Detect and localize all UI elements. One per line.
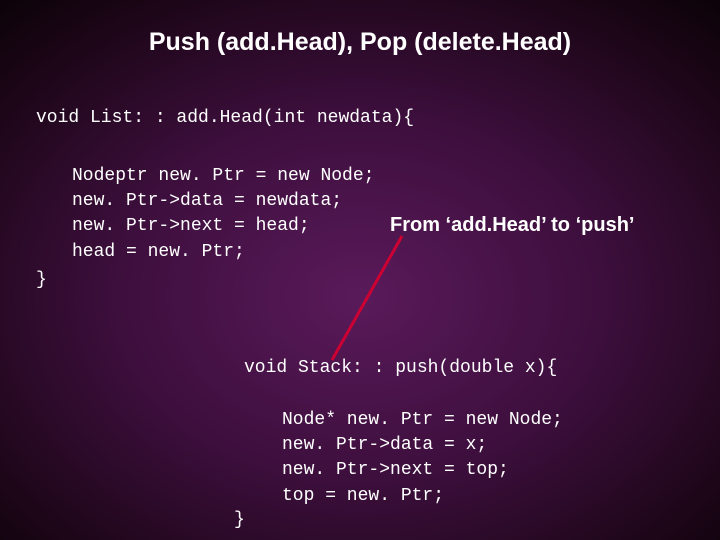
slide-title: Push (add.Head), Pop (delete.Head) bbox=[0, 28, 720, 57]
annotation-text: From ‘add.Head’ to ‘push’ bbox=[390, 214, 634, 237]
code-stack-signature: void Stack: : push(double x){ bbox=[244, 356, 557, 381]
code-stack-body: Node* new. Ptr = new Node; new. Ptr->dat… bbox=[282, 408, 563, 509]
code-stack-close: } bbox=[234, 508, 245, 533]
code-list-close: } bbox=[36, 268, 47, 293]
code-list-signature: void List: : add.Head(int newdata){ bbox=[36, 106, 414, 131]
code-list-body: Nodeptr new. Ptr = new Node; new. Ptr->d… bbox=[72, 164, 374, 265]
